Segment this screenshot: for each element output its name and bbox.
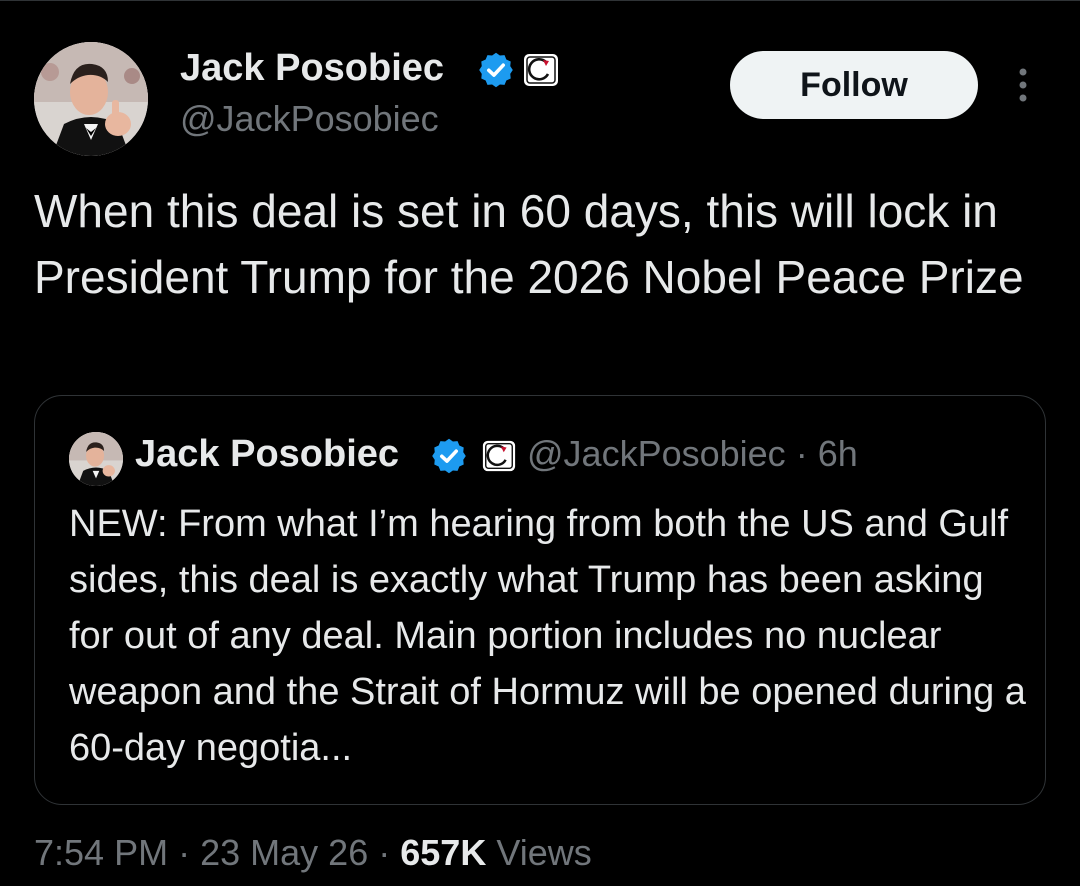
quote-meta: @JackPosobiec · 6h <box>527 432 858 476</box>
more-vertical-icon[interactable] <box>1006 66 1040 106</box>
views-count: 657K <box>400 832 487 873</box>
meta-separator: · <box>178 832 191 873</box>
affiliate-badge-icon <box>482 440 516 472</box>
meta-separator: · <box>795 433 808 474</box>
tweet-time[interactable]: 7:54 PM <box>34 832 168 873</box>
quote-author-handle: @JackPosobiec <box>527 433 786 474</box>
top-divider <box>0 0 1080 1</box>
quote-author-avatar[interactable] <box>69 432 123 486</box>
author-handle[interactable]: @JackPosobiec <box>180 98 439 140</box>
verified-badge-icon <box>432 438 466 474</box>
meta-separator: · <box>378 832 391 873</box>
quote-author-name: Jack Posobiec <box>135 433 400 475</box>
verified-badge-icon <box>479 52 513 88</box>
views-label: Views <box>496 832 592 873</box>
quote-age: 6h <box>817 433 858 474</box>
quoted-tweet-card[interactable]: Jack Posobiec @JackPosobiec · 6h NEW: Fr… <box>34 395 1046 805</box>
author-name[interactable]: Jack Posobiec <box>180 46 444 90</box>
tweet-date[interactable]: 23 May 26 <box>200 832 368 873</box>
affiliate-badge-icon <box>524 54 558 86</box>
tweet-meta-row: 7:54 PM · 23 May 26 · 657K Views <box>34 830 592 876</box>
follow-button[interactable]: Follow <box>730 51 978 119</box>
tweet-text: When this deal is set in 60 days, this w… <box>34 185 1024 303</box>
quote-text: NEW: From what I’m hearing from both the… <box>69 503 1026 769</box>
author-avatar[interactable] <box>34 42 148 156</box>
